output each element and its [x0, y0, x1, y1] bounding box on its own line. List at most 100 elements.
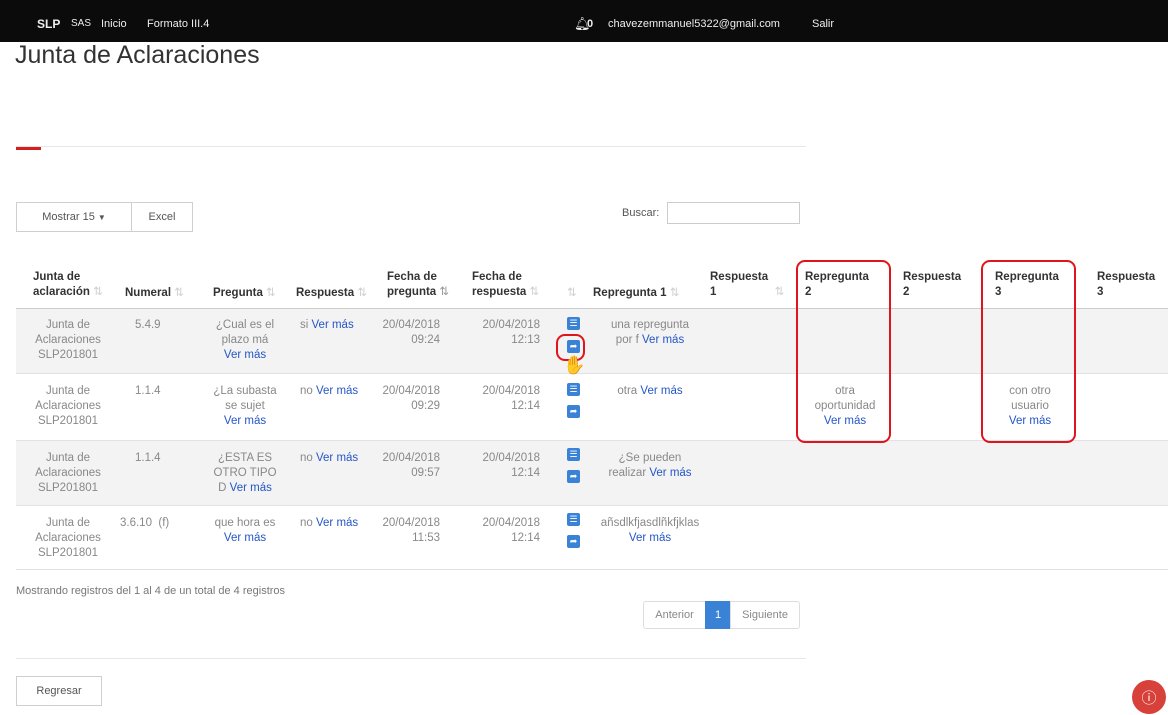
logout-link[interactable]: Salir	[812, 18, 834, 30]
cell-repregunta1: una repregunta por f Ver más	[610, 319, 689, 346]
col-header-respuesta3[interactable]: Respuesta 3	[1097, 270, 1155, 300]
ver-mas-link[interactable]: Ver más	[312, 319, 354, 331]
nav-sas[interactable]: SAS	[71, 18, 91, 29]
ver-mas-link[interactable]: Ver más	[316, 385, 358, 397]
reply-icon[interactable]: ➦	[567, 405, 580, 418]
col-header-numeral[interactable]: Numeral ⇅	[125, 286, 184, 301]
col-header-fecha-respuesta[interactable]: Fecha de respuesta ⇅	[472, 270, 539, 300]
cell-repregunta1: otra Ver más	[617, 385, 683, 397]
cell-pregunta: ¿Cual es el plazo má Ver más	[215, 319, 275, 361]
alert-icon[interactable]: ⓘ	[1132, 680, 1166, 714]
header-text: Pregunta	[213, 287, 263, 299]
sort-icon: ⇅	[266, 287, 276, 299]
row-divider	[16, 505, 1168, 506]
sort-icon: ⇅	[93, 286, 103, 298]
hand-cursor-icon: ✋	[563, 355, 586, 375]
reply-icon[interactable]: ➦	[567, 535, 580, 548]
header-text: 2	[805, 286, 812, 298]
pagination-next[interactable]: Siguiente	[730, 601, 800, 629]
ver-mas-link[interactable]: Ver más	[316, 452, 358, 464]
header-text: Respuesta	[710, 271, 769, 283]
header-text: Respuesta	[1097, 271, 1156, 283]
cell-repregunta1: ¿Se pueden realizar Ver más	[608, 452, 692, 479]
col-header-respuesta2[interactable]: Respuesta 2	[903, 270, 961, 300]
back-button[interactable]: Regresar	[16, 676, 102, 706]
cell-junta: Junta de Aclaraciones SLP201801	[35, 517, 101, 559]
ver-mas-link[interactable]: Ver más	[629, 532, 671, 544]
header-text: Repregunta	[805, 271, 869, 283]
col-header-respuesta[interactable]: Respuesta ⇅	[296, 286, 367, 301]
col-header-fecha-pregunta[interactable]: Fecha de pregunta ⇅	[387, 270, 449, 300]
reply-icon[interactable]: ➦	[567, 340, 580, 353]
cell-respuesta: no Ver más	[300, 452, 359, 464]
pagination-page-1[interactable]: 1	[705, 601, 731, 629]
list-icon[interactable]: ☰	[567, 448, 580, 461]
cell-fecha-pregunta: 20/04/2018 09:57	[382, 452, 440, 479]
brand-link[interactable]: SLP	[37, 17, 60, 31]
col-header-respuesta1[interactable]: Respuesta 1 ⇅	[710, 270, 784, 300]
header-text: 3	[1097, 286, 1104, 298]
ver-mas-link[interactable]: Ver más	[1009, 415, 1051, 427]
sort-icon: ⇅	[357, 287, 368, 299]
list-icon[interactable]: ☰	[567, 383, 580, 396]
header-text: 2	[903, 286, 910, 298]
reply-icon[interactable]: ➦	[567, 470, 580, 483]
cell-junta: Junta de Aclaraciones SLP201801	[35, 452, 101, 494]
show-entries-button[interactable]: Mostrar 15 ▼	[16, 202, 132, 232]
col-header-repregunta1[interactable]: Repregunta 1 ⇅	[593, 286, 679, 301]
sort-icon: ⇅	[669, 287, 680, 299]
cell-fecha-respuesta: 20/04/2018 12:13	[482, 319, 540, 346]
header-text: Fecha de	[387, 271, 437, 283]
cell-numeral: 5.4.9	[135, 319, 161, 331]
ver-mas-link[interactable]: Ver más	[642, 334, 684, 346]
row-divider	[16, 373, 1168, 374]
col-header-repregunta3[interactable]: Repregunta 3	[995, 270, 1059, 300]
nav-formato[interactable]: Formato III.4	[147, 18, 209, 30]
header-text: Numeral	[125, 287, 172, 299]
search-input[interactable]	[667, 202, 800, 224]
header-text: Fecha de	[472, 271, 522, 283]
header-text: 3	[995, 286, 1002, 298]
sort-icon: ⇅	[174, 287, 184, 299]
ver-mas-link[interactable]: Ver más	[224, 415, 266, 427]
header-text: Repregunta	[995, 271, 1059, 283]
ver-mas-link[interactable]: Ver más	[230, 482, 272, 494]
nav-inicio[interactable]: Inicio	[101, 18, 127, 30]
col-header-pregunta[interactable]: Pregunta ⇅	[213, 286, 276, 301]
list-icon[interactable]: ☰	[567, 513, 580, 526]
top-navbar: SLP SAS Inicio Formato III.4 🔔︎ 0 chavez…	[0, 0, 1168, 42]
col-header-junta[interactable]: Junta de aclaración ⇅	[33, 270, 103, 300]
cell-numeral: 1.1.4	[135, 452, 161, 464]
pagination-previous[interactable]: Anterior	[643, 601, 706, 629]
divider-bottom	[16, 658, 806, 659]
notification-count[interactable]: 0	[587, 18, 593, 30]
header-text: 1	[710, 286, 717, 298]
page-title: Junta de Aclaraciones	[15, 41, 260, 69]
ver-mas-link[interactable]: Ver más	[649, 467, 691, 479]
cell-numeral: 1.1.4	[135, 385, 161, 397]
col-header-repregunta2[interactable]: Repregunta 2	[805, 270, 869, 300]
cell-respuesta: no Ver más	[300, 517, 359, 529]
col-header-actions[interactable]: ⇅	[567, 286, 577, 301]
user-email[interactable]: chavezemmanuel5322@gmail.com	[608, 18, 780, 30]
cell-fecha-pregunta: 20/04/2018 09:24	[382, 319, 440, 346]
row-divider	[16, 569, 1168, 570]
cell-fecha-respuesta: 20/04/2018 12:14	[482, 517, 540, 544]
ver-mas-link[interactable]: Ver más	[224, 532, 266, 544]
ver-mas-link[interactable]: Ver más	[316, 517, 358, 529]
list-icon[interactable]: ☰	[567, 317, 580, 330]
sort-icon: ⇅	[567, 287, 577, 299]
sort-icon: ⇅	[529, 286, 540, 298]
cell-pregunta: ¿La subasta se sujet Ver más	[213, 385, 277, 427]
ver-mas-link[interactable]: Ver más	[640, 385, 682, 397]
header-text: Junta de	[33, 271, 81, 283]
cell-fecha-respuesta: 20/04/2018 12:14	[482, 452, 540, 479]
ver-mas-link[interactable]: Ver más	[824, 415, 866, 427]
cell-respuesta: no Ver más	[300, 385, 359, 397]
caret-down-icon: ▼	[97, 212, 106, 222]
cell-repregunta2: otra oportunidad Ver más	[814, 385, 876, 427]
sort-desc-icon: ⇅	[439, 286, 450, 298]
ver-mas-link[interactable]: Ver más	[224, 349, 266, 361]
header-text: respuesta	[472, 286, 527, 298]
excel-button[interactable]: Excel	[131, 202, 193, 232]
